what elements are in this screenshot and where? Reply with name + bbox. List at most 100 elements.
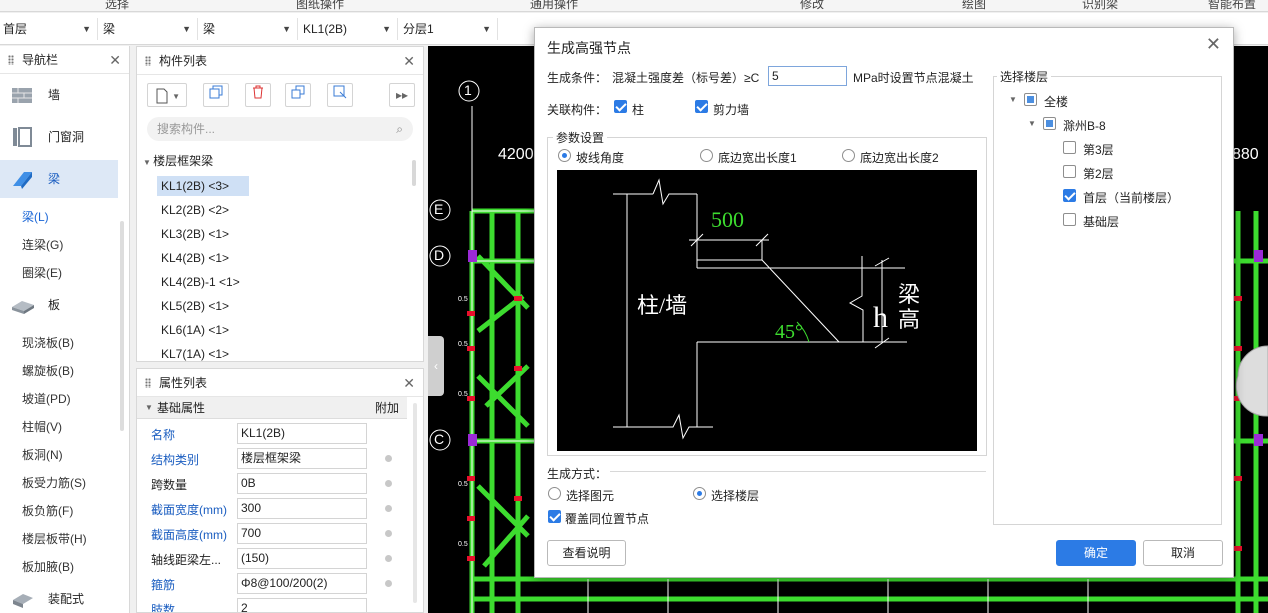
drag-handle-icon[interactable] (8, 55, 14, 65)
attach-checkbox[interactable] (385, 555, 392, 562)
property-value[interactable]: Φ8@100/200(2) (237, 573, 367, 594)
tree-group[interactable]: ▼ 楼层框架梁 (143, 152, 213, 169)
ribbon-tab-common[interactable]: 通用操作 (530, 0, 578, 11)
delete-component-button[interactable] (245, 83, 271, 107)
close-icon[interactable]: ✕ (109, 46, 121, 74)
nav-item-slab-haunch[interactable]: 板加腋(B) (22, 558, 74, 575)
list-item[interactable]: KL5(2B) <1> (157, 296, 249, 316)
property-value[interactable]: 0B (237, 473, 367, 494)
ribbon-tab-recognize-beam[interactable]: 识别梁 (1082, 0, 1118, 11)
column-checkbox[interactable] (614, 100, 627, 113)
nav-item-link-beam[interactable]: 连梁(G) (22, 236, 63, 253)
floor-selector-value: 首层 (3, 22, 28, 36)
floor-project-checkbox[interactable] (1043, 117, 1056, 130)
shear-wall-checkbox[interactable] (695, 100, 708, 113)
attach-checkbox[interactable] (385, 530, 392, 537)
nav-item-spiral-slab[interactable]: 螺旋板(B) (22, 362, 74, 379)
drag-handle-icon[interactable] (145, 378, 151, 388)
component-list-scrollbar[interactable] (412, 160, 416, 186)
floor-foundation-checkbox[interactable] (1063, 213, 1076, 226)
type-selector[interactable]: 梁 ▼ (100, 18, 198, 40)
nav-scrollbar[interactable] (120, 221, 124, 431)
radio-slope-angle[interactable] (558, 149, 571, 162)
component-selector[interactable]: KL1(2B) ▼ (300, 18, 398, 40)
floor-all-label: 全楼 (1044, 95, 1069, 109)
property-value[interactable]: (150) (237, 548, 367, 569)
property-value[interactable]: 楼层框架梁 (237, 448, 367, 469)
nav-item-slab-rebar[interactable]: 板受力筋(S) (22, 474, 86, 491)
layer-selector-value: 分层1 (403, 22, 434, 36)
chevron-down-icon[interactable]: ▼ (1028, 119, 1036, 128)
property-value[interactable]: 2 (237, 598, 367, 612)
attach-checkbox[interactable] (385, 580, 392, 587)
layer-selector[interactable]: 分层1 ▼ (400, 18, 498, 40)
list-item[interactable]: KL3(2B) <1> (157, 224, 249, 244)
attach-checkbox[interactable] (385, 505, 392, 512)
new-file-icon (156, 88, 168, 104)
property-scrollbar[interactable] (413, 403, 417, 603)
ribbon-tab-drawing[interactable]: 图纸操作 (296, 0, 344, 11)
nav-category-beam[interactable]: 梁 (0, 160, 118, 198)
floor-1-checkbox[interactable] (1063, 189, 1076, 202)
ribbon-tab-smart-layout[interactable]: 智能布置 (1208, 0, 1256, 11)
nav-item-ring-beam[interactable]: 圈梁(E) (22, 264, 62, 281)
chevron-down-icon: ▼ (182, 24, 191, 34)
nav-category-prefab[interactable]: 装配式 (0, 580, 118, 613)
nav-category-wall[interactable]: 墙 (0, 76, 118, 114)
nav-item-slab-negative-rebar[interactable]: 板负筋(F) (22, 502, 73, 519)
cancel-button[interactable]: 取消 (1143, 540, 1223, 566)
property-value[interactable]: 700 (237, 523, 367, 544)
property-group-header[interactable]: ▼ 基础属性 附加 (137, 397, 407, 419)
floor-3-checkbox[interactable] (1063, 141, 1076, 154)
new-component-button[interactable]: ▼ (147, 83, 187, 107)
component-search-input[interactable]: 搜索构件... ⌕ (147, 117, 413, 141)
view-help-button[interactable]: 查看说明 (547, 540, 626, 566)
close-icon[interactable]: ✕ (403, 47, 415, 75)
radio-bottom-width-1[interactable] (700, 149, 713, 162)
collapse-panel-tab[interactable]: ‹ (428, 336, 444, 396)
nav-category-slab[interactable]: 板 (0, 286, 118, 324)
nav-item-slab-strip[interactable]: 楼层板带(H) (22, 530, 87, 547)
close-icon[interactable]: ✕ (1206, 34, 1221, 55)
list-item[interactable]: KL2(2B) <2> (157, 200, 249, 220)
pick-component-button[interactable] (327, 83, 353, 107)
floor-2-checkbox[interactable] (1063, 165, 1076, 178)
radio-bottom-width-2[interactable] (842, 149, 855, 162)
property-value[interactable]: KL1(2B) (237, 423, 367, 444)
attach-checkbox[interactable] (385, 455, 392, 462)
nav-item-column-cap[interactable]: 柱帽(V) (22, 418, 62, 435)
ok-button[interactable]: 确定 (1056, 540, 1136, 566)
nav-item-cast-slab[interactable]: 现浇板(B) (22, 334, 74, 351)
list-item[interactable]: KL6(1A) <1> (157, 320, 249, 340)
attach-checkbox[interactable] (385, 480, 392, 487)
list-item[interactable]: KL4(2B) <1> (157, 248, 249, 268)
nav-item-slab-hole[interactable]: 板洞(N) (22, 446, 63, 463)
radio-select-element[interactable] (548, 487, 561, 500)
floor-selector[interactable]: 首层 ▼ (0, 18, 98, 40)
property-value[interactable]: 300 (237, 498, 367, 519)
list-item[interactable]: KL7(1A) <1> (157, 344, 249, 364)
chevron-down-icon[interactable]: ▼ (1009, 95, 1017, 104)
ribbon-tab-draw[interactable]: 绘图 (962, 0, 986, 11)
ribbon-tab-select[interactable]: 选择 (105, 0, 129, 11)
close-icon[interactable]: ✕ (403, 369, 415, 397)
property-header: 属性列表 ✕ (137, 369, 423, 397)
copy-to-floor-button[interactable] (285, 83, 311, 107)
overwrite-checkbox[interactable] (548, 510, 561, 523)
floor-all-checkbox[interactable] (1024, 93, 1037, 106)
copy-component-button[interactable] (203, 83, 229, 107)
drag-handle-icon[interactable] (145, 56, 151, 66)
ribbon-tab-modify[interactable]: 修改 (800, 0, 824, 11)
radio-select-floor[interactable] (693, 487, 706, 500)
list-item[interactable]: KL4(2B)-1 <1> (157, 272, 267, 292)
strength-diff-input[interactable]: 5 (768, 66, 847, 86)
nav-category-door-window[interactable]: 门窗洞 (0, 118, 118, 156)
list-item[interactable]: KL1(2B) <3> (157, 176, 249, 196)
nav-item-ramp[interactable]: 坡道(PD) (22, 390, 71, 407)
radio-bottom-width-1-label: 底边宽出长度1 (718, 151, 797, 165)
more-tools-button[interactable]: ▸▸ (389, 83, 415, 107)
subtype-selector[interactable]: 梁 ▼ (200, 18, 298, 40)
overwrite-checkbox-label: 覆盖同位置节点 (565, 512, 650, 526)
copy-icon (209, 85, 223, 99)
nav-item-beam-l[interactable]: 梁(L) (22, 208, 49, 225)
